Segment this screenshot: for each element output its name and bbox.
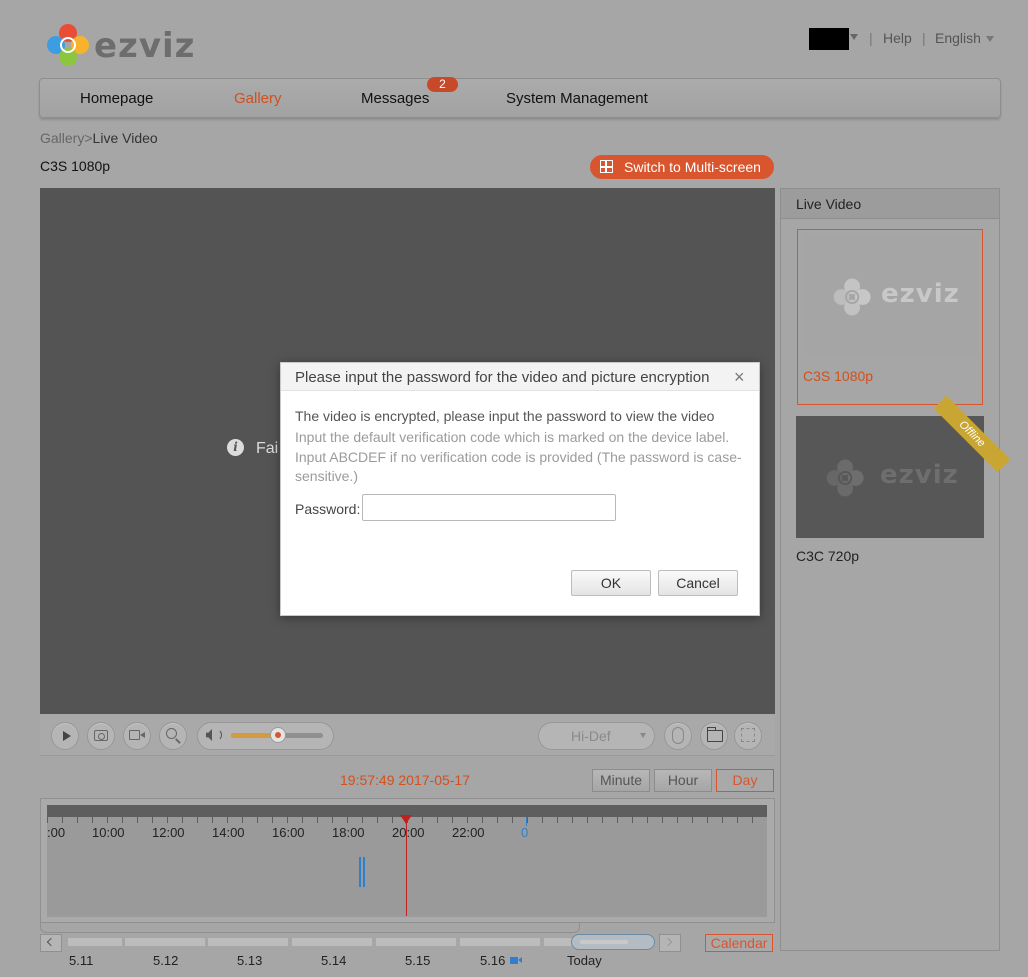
- camera-icon: [94, 730, 108, 741]
- camera-thumbnail-logo: ezviz: [881, 279, 960, 309]
- timeline-label: 10:00: [92, 825, 125, 840]
- video-camera-icon: [510, 957, 522, 964]
- camera-name[interactable]: C3S 1080p: [803, 368, 873, 384]
- info-icon: i: [227, 439, 244, 456]
- language-selector[interactable]: English: [935, 30, 981, 46]
- camera-thumbnail[interactable]: ezviz: [803, 235, 977, 356]
- timeline-label: :00: [47, 825, 66, 840]
- date-label: 5.12: [153, 953, 179, 968]
- help-link[interactable]: Help: [883, 30, 912, 46]
- grid-icon: [600, 160, 613, 173]
- video-record-icon: [129, 730, 145, 740]
- date-label: 5.15: [405, 953, 431, 968]
- camera-thumbnail-logo: ezviz: [880, 460, 959, 490]
- ezviz-logo-icon: [833, 278, 871, 316]
- password-dialog-title: Please input the password for the video …: [295, 369, 710, 386]
- camera-name[interactable]: C3C 720p: [796, 548, 859, 564]
- timeline-label: 12:00: [152, 825, 185, 840]
- nav-homepage[interactable]: Homepage: [80, 90, 153, 107]
- nav-messages[interactable]: Messages: [361, 90, 429, 107]
- calendar-button[interactable]: Calendar: [705, 934, 773, 952]
- timeline-label: 22:00: [452, 825, 485, 840]
- camera-thumbnail-offline[interactable]: ezviz: [796, 416, 984, 538]
- date-segment[interactable]: [544, 938, 572, 946]
- header-separator: |: [869, 30, 873, 46]
- password-label: Password:: [295, 501, 361, 517]
- date-label: 5.11: [69, 953, 94, 968]
- ezviz-logo-icon: [47, 24, 89, 66]
- close-icon[interactable]: ×: [734, 368, 745, 386]
- timeline-label: 0: [521, 825, 529, 840]
- recording-segment[interactable]: [359, 857, 361, 887]
- breadcrumb-gallery-link[interactable]: Gallery: [40, 130, 84, 146]
- nav-gallery[interactable]: Gallery: [234, 90, 282, 107]
- date-segment[interactable]: [68, 938, 122, 946]
- day-scale-button[interactable]: Day: [716, 769, 774, 792]
- recording-segment[interactable]: [363, 857, 365, 887]
- volume-slider-handle[interactable]: [270, 727, 286, 743]
- today-date-indicator: [580, 940, 628, 944]
- brand-logo-text: ezviz: [94, 26, 196, 66]
- minute-scale-button[interactable]: Minute: [592, 769, 650, 792]
- cancel-button[interactable]: Cancel: [658, 570, 738, 596]
- date-label: 5.14: [321, 953, 347, 968]
- password-input[interactable]: [362, 494, 616, 521]
- date-segment[interactable]: [292, 938, 372, 946]
- search-icon: [166, 728, 177, 739]
- hour-scale-button[interactable]: Hour: [654, 769, 712, 792]
- date-label: 5.13: [237, 953, 263, 968]
- breadcrumb-separator: >: [84, 130, 93, 146]
- quality-select[interactable]: Hi-Def: [538, 722, 655, 750]
- chevron-down-icon[interactable]: [986, 36, 994, 42]
- date-segment[interactable]: [376, 938, 456, 946]
- ezviz-logo-icon: [826, 459, 864, 497]
- breadcrumb: Gallery>Live Video: [40, 130, 158, 146]
- play-icon: [63, 731, 71, 741]
- folder-icon: [707, 727, 723, 742]
- timeline-label: 20:00: [392, 825, 425, 840]
- date-label-today: Today: [567, 953, 602, 968]
- timeline-label: 16:00: [272, 825, 305, 840]
- video-status-text: Fai: [256, 440, 279, 457]
- breadcrumb-current: Live Video: [92, 130, 158, 146]
- playback-timestamp: 19:57:49 2017-05-17: [340, 772, 470, 788]
- encryption-message: The video is encrypted, please input the…: [295, 408, 715, 424]
- camera-list-title: Live Video: [796, 196, 862, 212]
- switch-multiscreen-button[interactable]: Switch to Multi-screen: [590, 155, 774, 179]
- date-segment[interactable]: [460, 938, 540, 946]
- verification-hint: Input the default verification code whic…: [295, 429, 742, 484]
- timeline-midnight-tick: [526, 817, 527, 826]
- timeline-label: 14:00: [212, 825, 245, 840]
- chevron-down-icon[interactable]: [640, 733, 646, 738]
- fullscreen-icon: [741, 728, 755, 742]
- ok-button[interactable]: OK: [571, 570, 651, 596]
- timeline-cursor[interactable]: [406, 818, 407, 916]
- chevron-down-icon[interactable]: [850, 34, 858, 40]
- timeline-label: 18:00: [332, 825, 365, 840]
- timeline-cursor-handle[interactable]: [400, 815, 412, 824]
- date-label: 5.16: [480, 953, 506, 968]
- date-segment[interactable]: [208, 938, 288, 946]
- date-segment[interactable]: [125, 938, 205, 946]
- nav-system-management[interactable]: System Management: [506, 90, 648, 107]
- ptz-icon: [672, 727, 684, 744]
- messages-count-badge: 2: [427, 77, 458, 92]
- header-separator: |: [922, 30, 926, 46]
- device-title: C3S 1080p: [40, 158, 111, 174]
- date-strip-frame: [40, 923, 580, 933]
- user-account-button[interactable]: [809, 28, 849, 50]
